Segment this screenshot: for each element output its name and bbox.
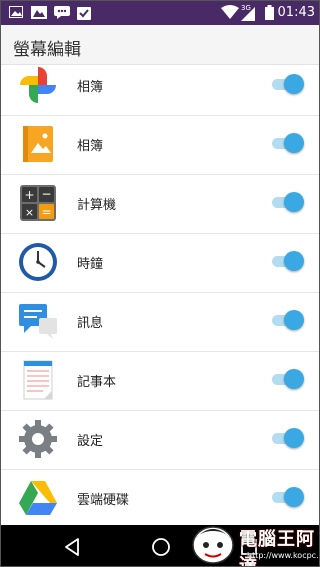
item-label: 記事本 [77,375,117,390]
status-time: 01:43 [277,5,315,20]
item-label: 相簿 [77,139,104,154]
svg-text:=: = [41,205,51,219]
chat-icon [54,6,70,19]
list-item[interactable]: 相簿 [1,65,319,116]
item-label: 計算機 [77,198,117,213]
enable-toggle[interactable] [272,309,304,331]
svg-text:−: − [41,187,51,201]
enable-toggle[interactable] [272,427,304,449]
app-list[interactable]: 相簿 相簿 + − × = 計算機 時鐘 訊息 記事本 設定 雲端硬碟 [1,65,319,525]
gallery-icon [31,6,47,19]
screen: 3G 01:43 螢幕編輯 相簿 相簿 + − × = 計算機 時鐘 訊息 記事… [0,0,320,567]
image-icon [9,6,23,18]
wifi-icon [221,5,239,19]
list-item[interactable]: 設定 [1,411,319,470]
battery-icon [265,5,274,20]
mascot-logo [192,526,234,564]
page-title: 螢幕編輯 [13,40,81,60]
list-item[interactable]: 訊息 [1,293,319,352]
clock-icon [19,243,57,281]
item-label: 雲端硬碟 [77,493,130,508]
status-bar: 3G 01:43 [1,1,319,25]
enable-toggle[interactable] [272,73,304,95]
enable-toggle[interactable] [272,132,304,154]
list-item[interactable]: 時鐘 [1,234,319,293]
watermark-text: 電腦王阿達 [239,529,315,567]
enable-toggle[interactable] [272,486,304,508]
enable-toggle[interactable] [272,191,304,213]
google-drive-icon [19,481,57,515]
watermark: 電腦王阿達 http://www.kocpc.com.tw [189,521,319,567]
app-header: 螢幕編輯 [1,25,319,65]
item-label: 相簿 [77,80,104,95]
back-icon[interactable] [60,535,84,559]
svg-text:+: + [24,188,34,202]
list-item[interactable]: + − × = 計算機 [1,175,319,234]
item-label: 設定 [77,434,104,449]
svg-text:×: × [25,206,34,219]
enable-toggle[interactable] [272,368,304,390]
list-item[interactable]: 記事本 [1,352,319,411]
list-item[interactable]: 相簿 [1,116,319,175]
item-label: 時鐘 [77,257,104,272]
signal-icon [241,7,255,21]
album-icon [23,126,53,162]
settings-gear-icon [19,420,57,458]
clipboard-check-icon [77,7,91,20]
home-icon[interactable] [149,535,173,559]
enable-toggle[interactable] [272,250,304,272]
watermark-url: http://www.kocpc.com.tw [247,551,319,560]
item-label: 訊息 [77,316,104,331]
calculator-icon: + − × = [20,185,56,221]
google-photos-icon [20,67,56,103]
list-item[interactable]: 雲端硬碟 [1,470,319,525]
notepad-icon [23,360,53,400]
messages-icon [19,304,57,339]
